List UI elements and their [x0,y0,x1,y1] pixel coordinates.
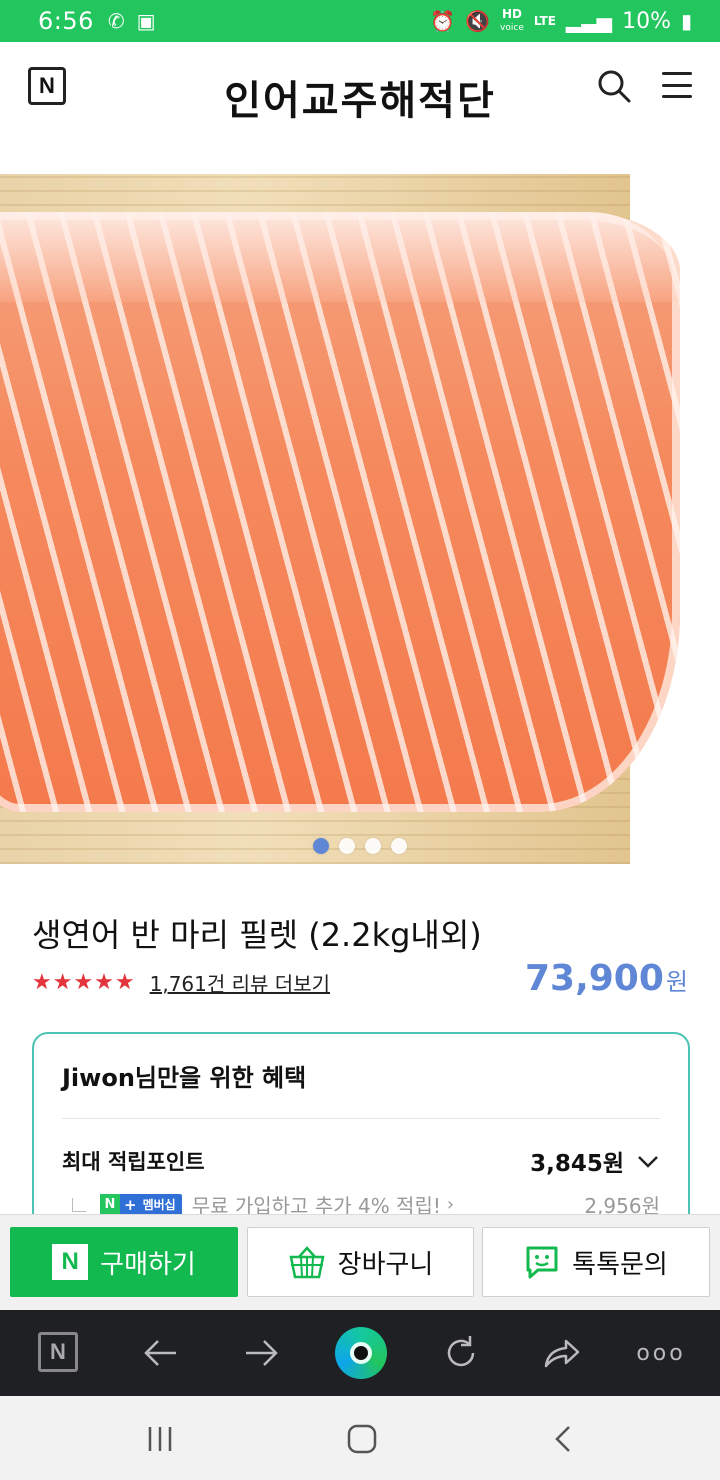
naver-home-icon[interactable]: N [38,1332,78,1372]
carousel-dot[interactable] [313,838,329,854]
chat-icon [526,1246,558,1279]
chevron-right-icon: › [446,1194,455,1215]
battery-icon: ▮ [680,9,692,33]
signal-icon: ▂▃▅ [565,9,613,33]
lte-indicator: LTE [533,14,556,28]
review-link[interactable]: 1,761건 리뷰 더보기 [150,968,330,997]
back-icon[interactable] [547,1422,581,1456]
status-bar: 6:56 ✆ ▣ ⏰ 🔇 HD voice LTE ▂▃▅ 10% ▮ [0,0,720,42]
benefits-title: Jiwon님만을 위한 혜택 [62,1064,307,1092]
browser-toolbar: N ooo [0,1310,720,1396]
product-price: 73,900 원 [525,958,688,999]
forward-arrow-icon[interactable] [240,1332,282,1374]
membership-badge: N + 멤버십 [100,1193,182,1216]
system-navigation-bar [0,1396,720,1480]
image-icon: ▣ [136,9,156,33]
battery-level: 10% [622,8,671,34]
chevron-down-icon[interactable] [636,1149,660,1173]
buy-button[interactable]: N 구매하기 [10,1227,238,1297]
green-dot-button[interactable] [335,1327,387,1379]
phone-icon: ✆ [107,9,125,33]
naver-pay-icon: N [52,1244,89,1280]
rating-row: ★★★★★ 1,761건 리뷰 더보기 [32,968,330,997]
status-time: 6:56 [38,7,94,35]
max-point-value: 3,845원 [530,1151,624,1177]
basket-icon [289,1246,325,1279]
carousel-dot[interactable] [365,838,381,854]
buy-label: 구매하기 [100,1249,196,1280]
search-icon[interactable] [596,68,632,104]
carousel-indicator [313,838,407,854]
max-point-row[interactable]: 최대 적립포인트 3,845원 [62,1144,660,1178]
product-image-carousel[interactable] [0,142,720,882]
product-title: 생연어 반 마리 필렛 (2.2kg내외) [32,916,482,954]
salmon-fillet-image [0,212,680,812]
menu-icon[interactable] [662,72,692,98]
talk-label: 톡톡문의 [572,1249,668,1280]
cart-label: 장바구니 [337,1249,434,1280]
refresh-icon[interactable] [440,1332,482,1374]
divider [62,1118,660,1119]
alarm-icon: ⏰ [430,9,456,33]
talk-inquiry-button[interactable]: 톡톡문의 [482,1227,710,1297]
cart-button[interactable]: 장바구니 [247,1227,474,1297]
page-header: N 인어교주해적단 [0,42,720,142]
more-options-icon[interactable]: ooo [636,1332,682,1374]
carousel-dot[interactable] [339,838,355,854]
hd-voice-indicator: HD voice [500,7,524,33]
mute-icon: 🔇 [465,9,491,33]
back-arrow-icon[interactable] [140,1332,182,1374]
rating-stars: ★★★★★ [32,970,136,995]
price-value: 73,900 [524,958,664,999]
action-bar: N 구매하기 장바구니 톡톡문의 [0,1214,720,1310]
carousel-dot[interactable] [391,838,407,854]
recent-apps-icon[interactable] [143,1422,177,1456]
home-icon[interactable] [345,1422,379,1456]
share-icon[interactable] [540,1332,582,1374]
price-unit: 원 [665,968,688,996]
max-point-label: 최대 적립포인트 [62,1150,205,1174]
sub-item-icon [72,1197,86,1212]
